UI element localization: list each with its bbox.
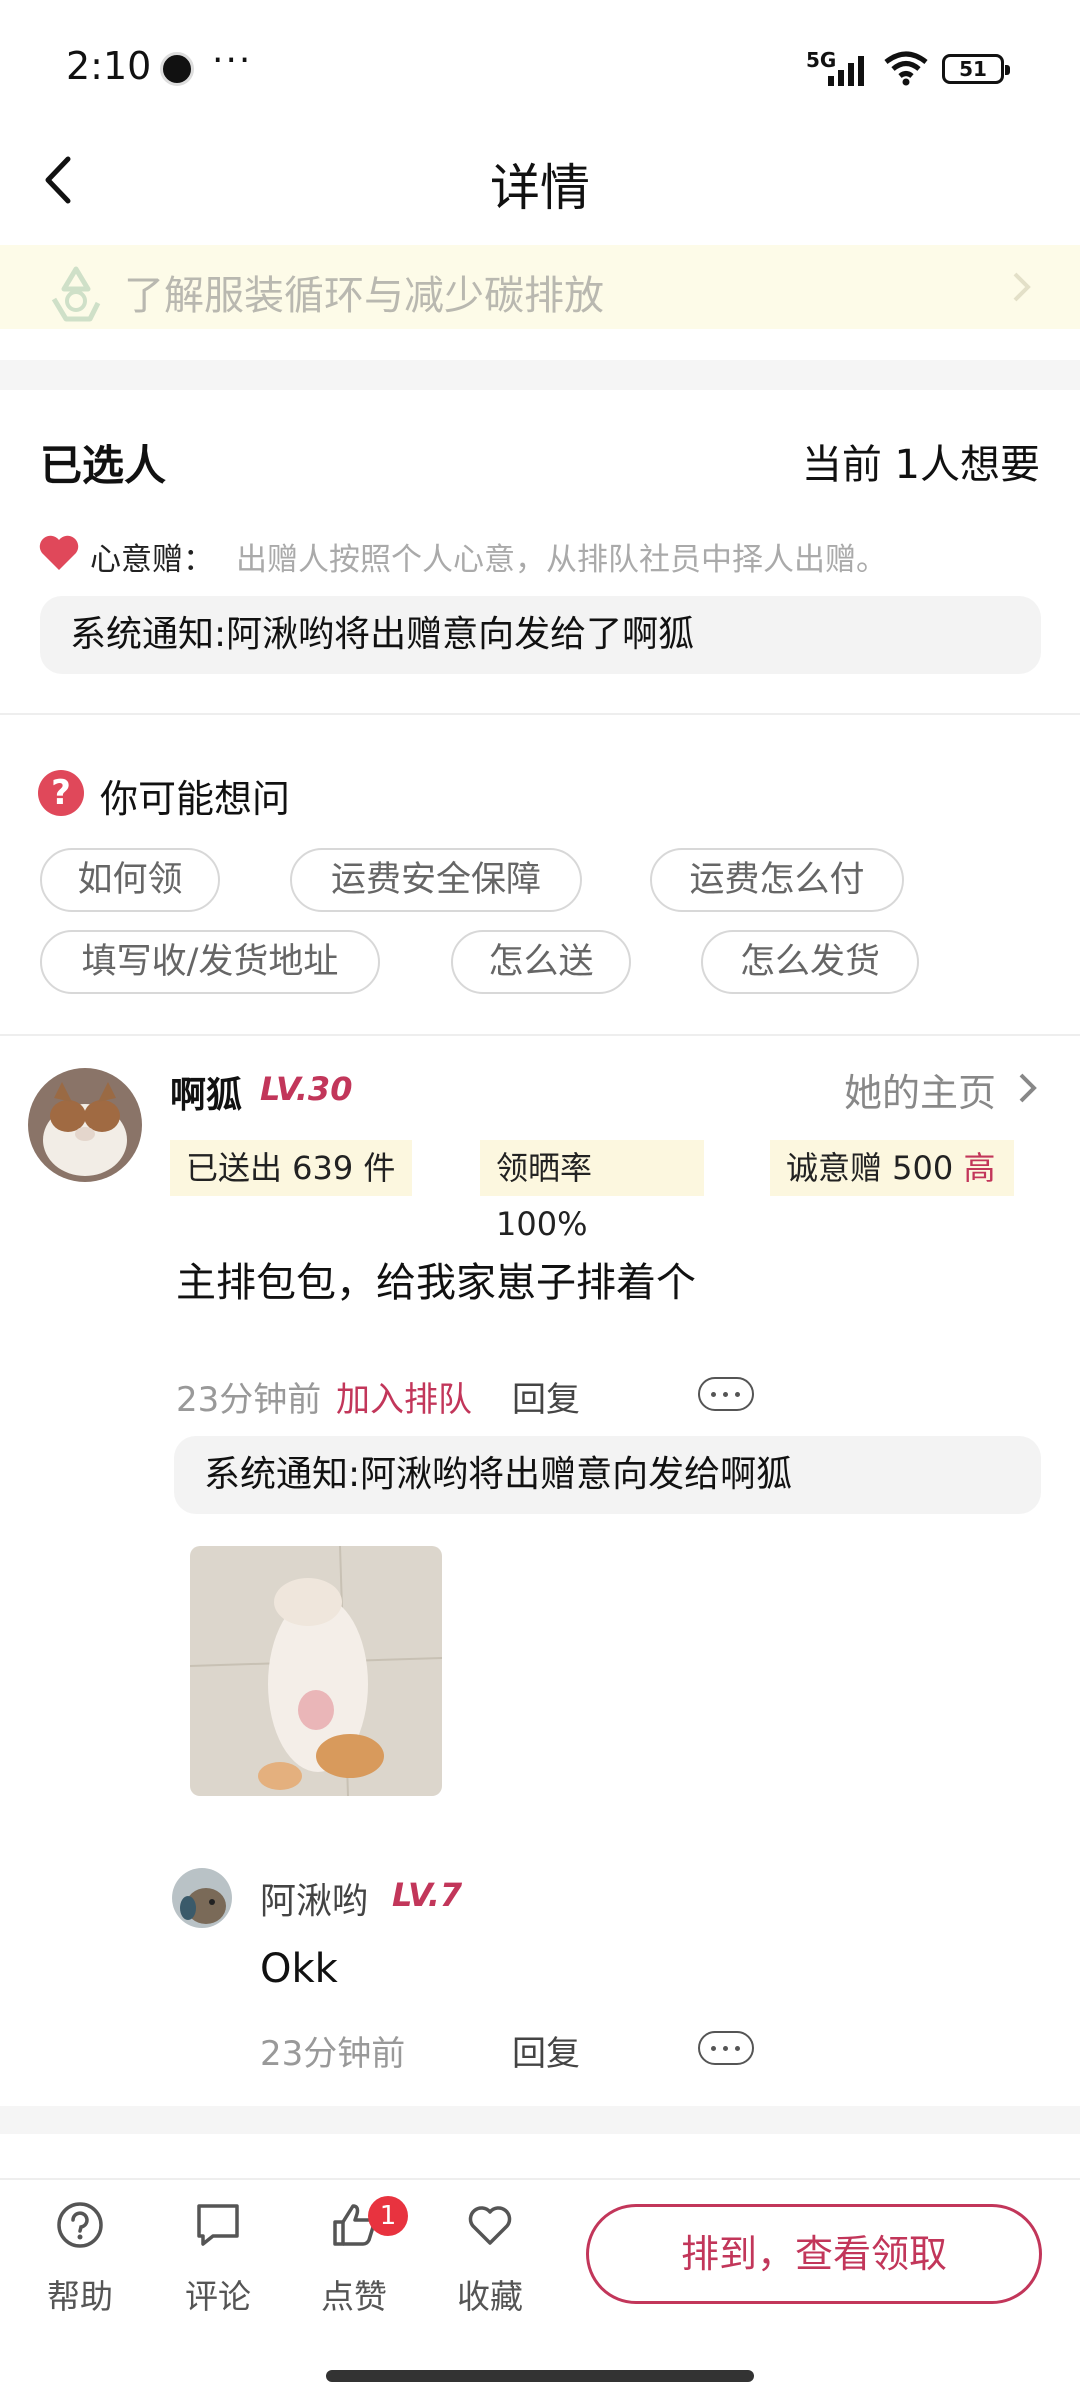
like-label[interactable]: 点赞 (304, 2270, 404, 2318)
comment-icon (197, 2204, 239, 2246)
help-label[interactable]: 帮助 (30, 2270, 130, 2318)
join-queue-link[interactable]: 加入排队 (336, 1372, 472, 1421)
avatar[interactable] (172, 1868, 232, 1928)
faq-chip-shipping-guarantee[interactable]: 运费安全保障 (290, 848, 582, 912)
like-count-badge: 1 (368, 2196, 408, 2236)
more-notifications-icon: ··· (212, 40, 253, 81)
question-icon: ? (38, 770, 84, 816)
help-icon (57, 2202, 103, 2248)
chevron-right-icon[interactable] (1016, 1070, 1040, 1106)
gift-type-description: 出赠人按照个人心意，从排队社员中择人出赠。 (236, 542, 887, 578)
more-icon[interactable] (698, 2031, 754, 2065)
battery-icon: 51 (942, 54, 1010, 84)
chevron-right-icon (1013, 272, 1031, 302)
divider (0, 713, 1080, 715)
home-indicator[interactable] (326, 2370, 754, 2382)
recycle-icon (51, 266, 101, 322)
sincerity-level: 高 (963, 1149, 996, 1187)
commenter-level: LV.30 (260, 1070, 353, 1108)
section-gap (0, 360, 1080, 390)
faq-chip-how-to-ship[interactable]: 怎么发货 (701, 930, 919, 994)
comment-label[interactable]: 评论 (168, 2270, 268, 2318)
heart-icon (39, 535, 79, 570)
reply-time: 23分钟前 (260, 2034, 406, 2074)
reply-button[interactable]: 回复 (512, 1372, 580, 1421)
favorite-tab[interactable] (440, 2200, 540, 2254)
sincerity-value: 诚意赠 500 (786, 1149, 954, 1187)
view-and-claim-button[interactable]: 排到，查看领取 (586, 2204, 1042, 2304)
section-gap (0, 2106, 1080, 2134)
faq-chip-address[interactable]: 填写收/发货地址 (40, 930, 380, 994)
want-count: 当前 1人想要 (801, 442, 1040, 488)
avatar[interactable] (28, 1068, 142, 1182)
favorite-heart-icon (468, 2206, 512, 2245)
system-notice: 系统通知:阿湫哟将出赠意向发给了啊狐 (40, 596, 1041, 674)
sincerity-badge: 诚意赠 500 高 (770, 1140, 1014, 1196)
comment-photo[interactable] (190, 1546, 442, 1796)
reply-text: Okk (260, 1946, 338, 1992)
banner-text: 了解服装循环与减少碳排放 (124, 273, 604, 319)
more-icon[interactable] (698, 1377, 754, 1411)
comment-tab[interactable] (168, 2200, 268, 2254)
reply-user-name[interactable]: 阿湫哟 (260, 1872, 368, 1924)
divider (0, 1034, 1080, 1036)
faq-chip-how-to-receive[interactable]: 如何领 (40, 848, 220, 912)
comment-text: 主排包包，给我家崽子排着个 (176, 1260, 696, 1306)
faq-chip-shipping-payment[interactable]: 运费怎么付 (650, 848, 904, 912)
reply-button[interactable]: 回复 (512, 2026, 580, 2075)
selected-title: 已选人 (40, 441, 167, 490)
reply-user-level: LV.7 (392, 1876, 463, 1914)
status-bar: 2:10 ··· 5G 51 (0, 0, 1080, 130)
sent-count-badge: 已送出 639 件 (170, 1140, 412, 1196)
faq-chip-how-to-give[interactable]: 怎么送 (451, 930, 631, 994)
comment-time: 23分钟前 (176, 1380, 322, 1420)
status-time: 2:10 (66, 44, 152, 88)
wifi-icon (884, 51, 928, 86)
home-page-link[interactable]: 她的主页 (844, 1062, 996, 1117)
help-tab[interactable] (30, 2200, 130, 2254)
carbon-info-banner[interactable]: 了解服装循环与减少碳排放 (0, 245, 1080, 329)
commenter-name[interactable]: 啊狐 (170, 1066, 242, 1118)
favorite-label[interactable]: 收藏 (440, 2270, 540, 2318)
faq-title: 你可能想问 (100, 777, 291, 821)
signal-icon (828, 56, 864, 86)
page-title: 详情 (490, 159, 590, 217)
show-rate-badge: 领晒率 100% (480, 1140, 704, 1243)
comment-system-notice: 系统通知:阿湫哟将出赠意向发给啊狐 (174, 1436, 1041, 1514)
gift-type-label: 心意赠： (90, 542, 214, 578)
clock-app-icon (160, 52, 194, 86)
